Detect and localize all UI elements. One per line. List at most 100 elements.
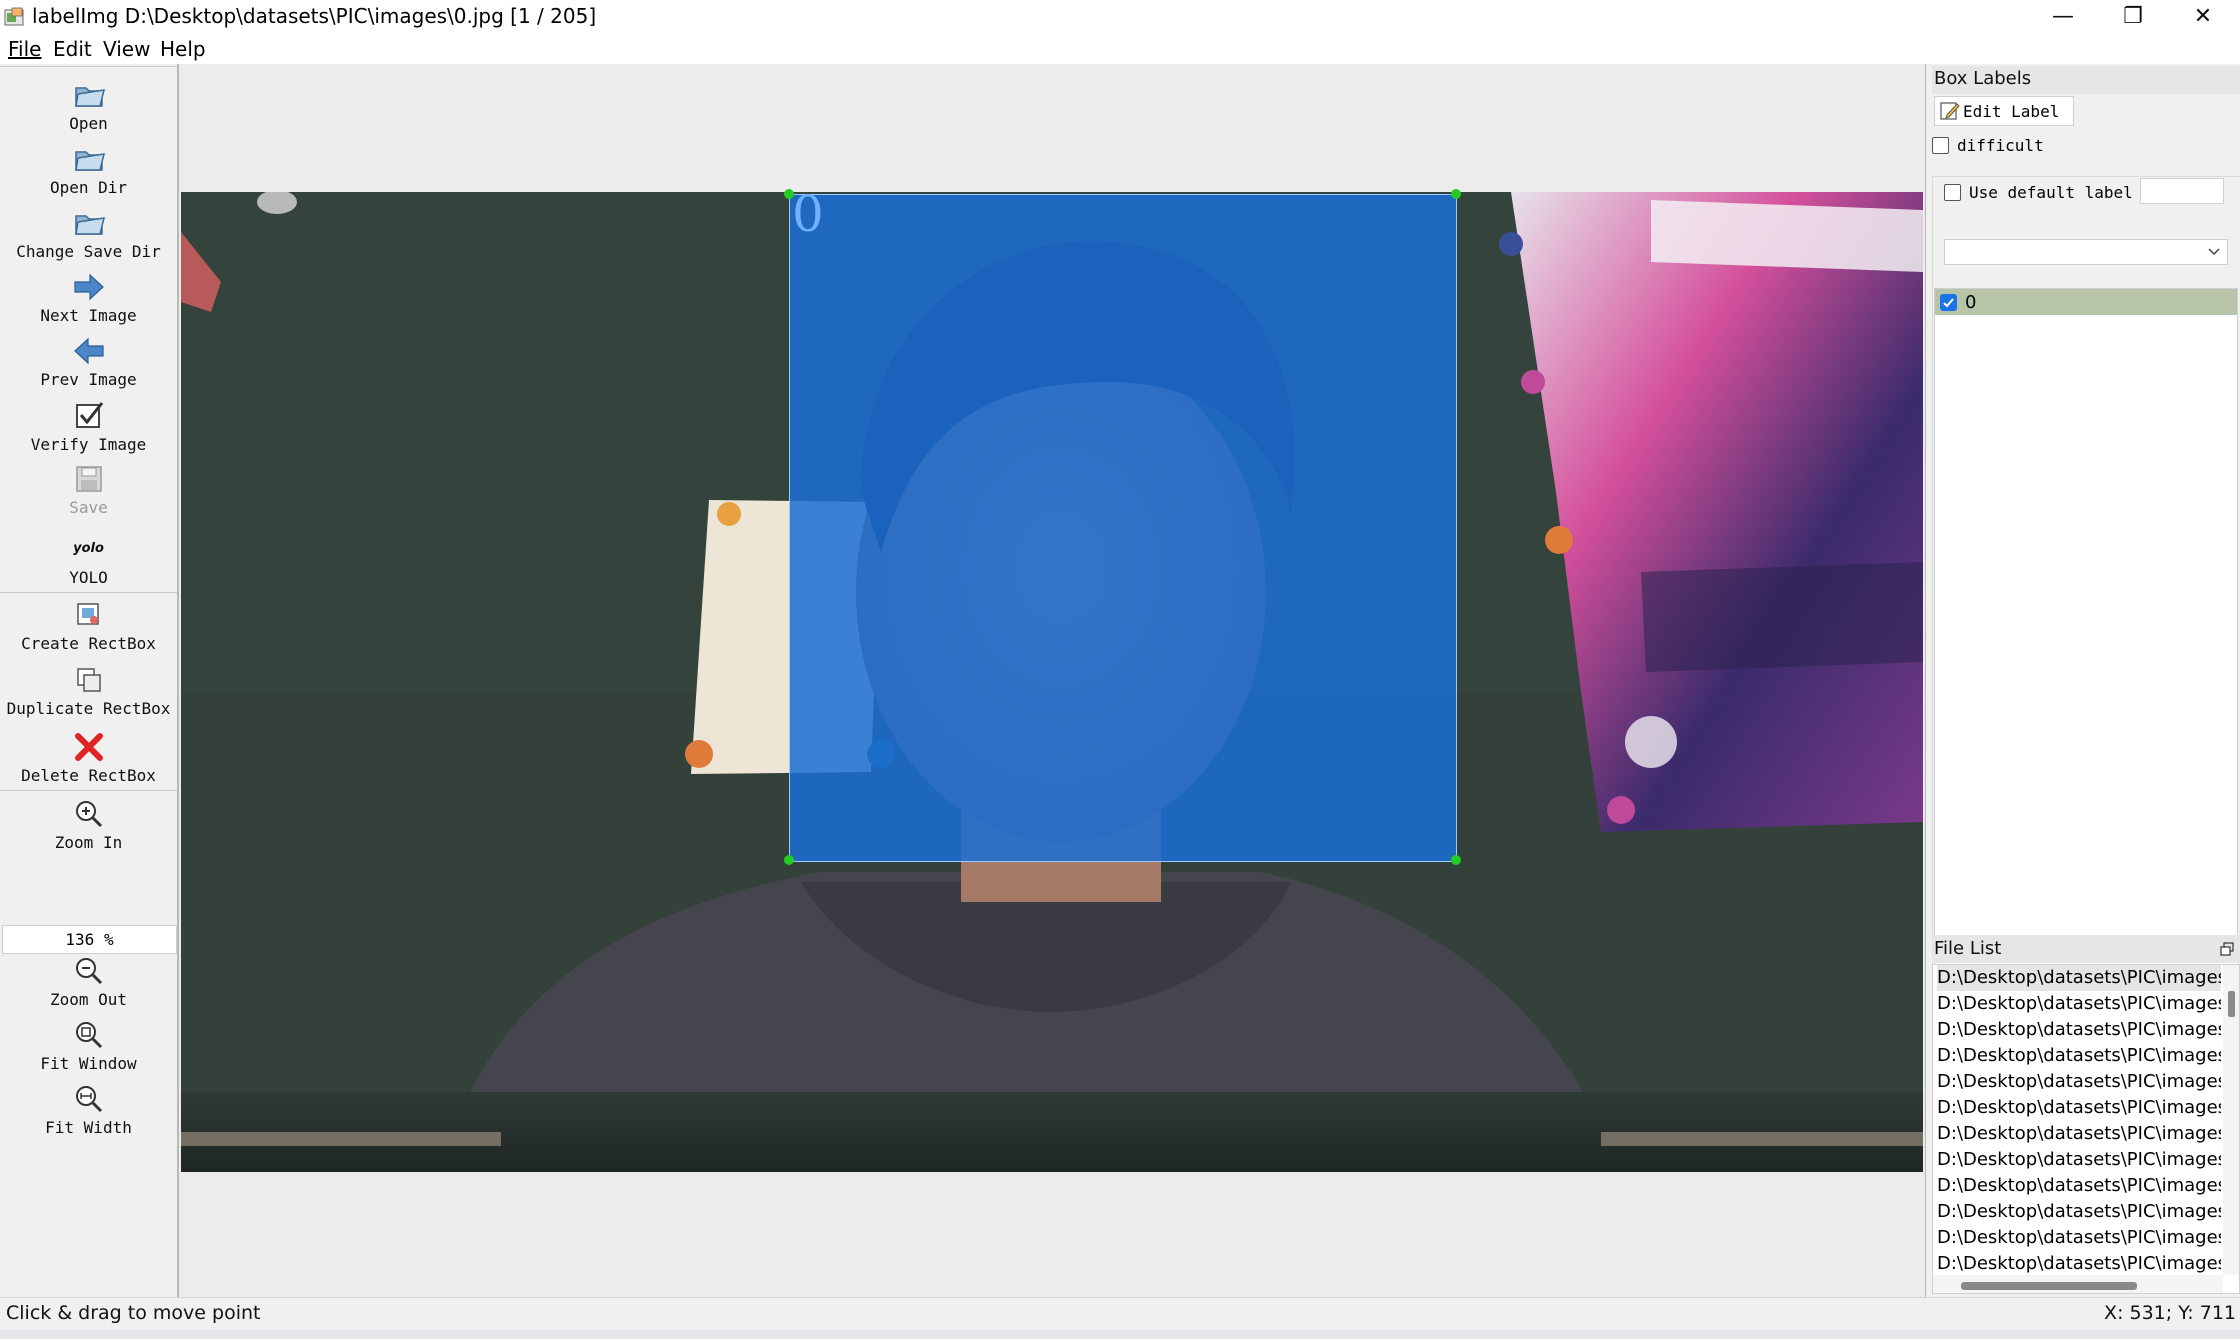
fit-window-label: Fit Window [40,1054,137,1073]
status-bar: Click & drag to move point X: 531; Y: 71… [0,1297,2240,1331]
file-list-item[interactable]: D:\Desktop\datasets\PIC\images [1937,1043,2221,1069]
file-list-title: File List [1934,938,2002,959]
bounding-box-label: 0 [792,185,824,243]
menu-file[interactable]: File [8,37,41,61]
format-yolo-button[interactable]: yolo YOLO [0,532,177,587]
delete-x-icon [74,733,103,761]
fit-width-icon [75,1086,102,1113]
edit-label-button[interactable]: Edit Label [1934,96,2074,126]
delete-rectbox-label: Delete RectBox [21,766,156,785]
file-list-vscrollbar[interactable] [2223,965,2239,1275]
file-list-item[interactable]: D:\Desktop\datasets\PIC\images [1937,1225,2221,1251]
change-save-dir-button[interactable]: Change Save Dir [0,206,177,261]
close-icon: ✕ [2193,4,2213,29]
save-icon [75,466,102,492]
change-save-dir-label: Change Save Dir [16,242,161,261]
file-list-item[interactable]: D:\Desktop\datasets\PIC\images [1937,965,2221,991]
folder-open-icon [74,215,105,235]
zoom-in-button[interactable]: Zoom In [0,797,177,852]
default-label-input[interactable] [2140,178,2224,204]
menu-edit[interactable]: Edit [53,37,92,61]
box-handle-top-left[interactable] [784,189,794,199]
box-handle-bottom-right[interactable] [1451,855,1461,865]
arrow-left-icon [73,337,104,365]
prev-image-button[interactable]: Prev Image [0,334,177,389]
zoom-out-label: Zoom Out [49,990,128,1009]
fit-width-button[interactable]: Fit Width [0,1082,177,1137]
open-dir-label: Open Dir [49,178,128,197]
copy-icon [76,668,101,692]
status-message: Click & drag to move point [6,1302,261,1324]
open-button[interactable]: Open [0,78,177,133]
undock-icon[interactable] [2220,942,2234,956]
verify-image-button[interactable]: Verify Image [0,399,177,454]
file-list-item[interactable]: D:\Desktop\datasets\PIC\images [1937,1251,2221,1277]
bounding-box[interactable] [789,194,1457,862]
label-item-checkbox[interactable] [1940,293,1957,311]
file-list-item[interactable]: D:\Desktop\datasets\PIC\images [1937,1017,2221,1043]
menu-view[interactable]: View [103,37,150,61]
save-button[interactable]: Save [0,462,177,517]
file-list-item[interactable]: D:\Desktop\datasets\PIC\images [1937,1069,2221,1095]
zoom-in-icon [75,801,102,828]
arrow-right-icon [73,273,104,301]
file-list-item[interactable]: D:\Desktop\datasets\PIC\images [1937,1173,2221,1199]
minimize-button[interactable]: — [2028,0,2098,33]
fit-width-label: Fit Width [45,1118,132,1137]
yolo-icon: yolo [73,541,104,556]
toolbar-separator [0,790,177,791]
label-dropdown[interactable] [1944,239,2228,265]
close-window-button[interactable]: ✕ [2168,0,2238,33]
delete-rectbox-button[interactable]: Delete RectBox [0,730,177,785]
folder-open-icon [74,87,105,107]
restore-button[interactable]: ❐ [2098,0,2168,33]
menu-bar: File Edit View Help [0,33,2240,64]
menu-help[interactable]: Help [160,37,206,61]
file-list-item[interactable]: D:\Desktop\datasets\PIC\images [1937,1095,2221,1121]
box-handle-top-right[interactable] [1451,189,1461,199]
difficult-row[interactable]: difficult [1932,136,2044,155]
toolbar-separator [0,66,177,67]
cursor-coordinates: X: 531; Y: 711 [2104,1302,2236,1324]
label-list-item[interactable]: 0 [1935,289,2237,315]
fit-window-icon [75,1022,102,1049]
open-dir-button[interactable]: Open Dir [0,142,177,197]
duplicate-rectbox-button[interactable]: Duplicate RectBox [0,663,177,718]
next-image-button[interactable]: Next Image [0,270,177,325]
create-rectbox-button[interactable]: Create RectBox [0,598,177,653]
next-image-label: Next Image [40,306,137,325]
file-list-item[interactable]: D:\Desktop\datasets\PIC\images [1937,1147,2221,1173]
restore-icon: ❐ [2123,4,2143,29]
difficult-checkbox[interactable] [1932,137,1949,154]
label-list [1934,288,2238,992]
file-list-hscrollbar[interactable] [1933,1275,2223,1293]
file-list[interactable]: D:\Desktop\datasets\PIC\images D:\Deskto… [1932,964,2240,1294]
right-dock: Box Labels Edit Label difficult Use defa… [1928,64,2240,1297]
checkbox-verify-icon [75,402,103,428]
file-list-item[interactable]: D:\Desktop\datasets\PIC\images [1937,1121,2221,1147]
zoom-in-label: Zoom In [54,833,123,852]
zoom-out-button[interactable]: Zoom Out [0,954,177,1009]
title-bar: labelImg D:\Desktop\datasets\PIC\images\… [0,0,2240,33]
fit-window-button[interactable]: Fit Window [0,1018,177,1073]
duplicate-rectbox-label: Duplicate RectBox [6,699,171,718]
save-label: Save [69,498,108,517]
minimize-icon: — [2052,4,2074,29]
file-list-item[interactable]: D:\Desktop\datasets\PIC\images [1937,991,2221,1017]
toolbar-separator [0,592,177,593]
box-labels-title: Box Labels [1934,68,2032,89]
zoom-level-spinbox[interactable]: 136 % [2,925,177,954]
use-default-label-row[interactable]: Use default label [1944,183,2133,202]
toolbar: Open Open Dir Change Save Dir Next Image… [0,64,179,1297]
hscroll-thumb[interactable] [1961,1282,2137,1290]
folder-open-icon [74,151,105,171]
box-handle-bottom-left[interactable] [784,855,794,865]
check-icon [1943,297,1954,307]
create-rectbox-icon [76,603,99,625]
file-list-item[interactable]: D:\Desktop\datasets\PIC\images [1937,1199,2221,1225]
chevron-down-icon [2208,248,2220,256]
use-default-label-checkbox[interactable] [1944,184,1961,201]
image-canvas[interactable]: 0 [179,64,1926,1297]
vscroll-thumb[interactable] [2228,991,2235,1017]
edit-pencil-icon [1940,102,1960,120]
